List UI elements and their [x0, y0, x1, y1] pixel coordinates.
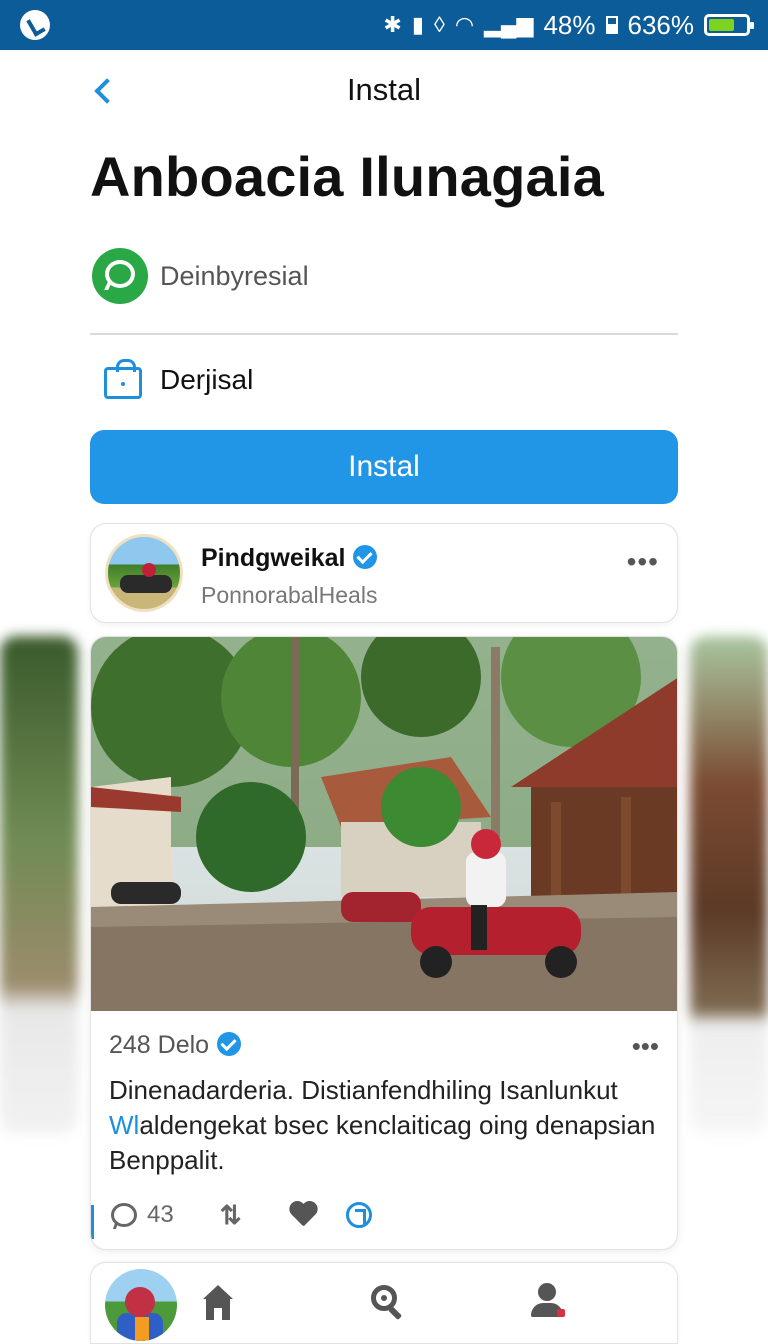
battery-percent-primary: 48%	[543, 9, 596, 40]
avatar[interactable]	[105, 1269, 177, 1341]
wifi-icon: ◠	[454, 12, 475, 37]
post-line-2: Wlaldengekat bsec kenclaiticag oing dena…	[109, 1108, 669, 1143]
like-button[interactable]	[288, 1202, 318, 1228]
battery-percent-secondary: 636%	[627, 9, 695, 40]
page-title: Instal	[346, 72, 422, 107]
signal-icon: ▂▄▆	[484, 12, 534, 37]
comment-icon	[111, 1203, 137, 1227]
repost-icon: ⇅	[219, 1199, 242, 1230]
app-indicator-icon	[20, 10, 50, 40]
post-mention[interactable]: Wl	[109, 1110, 139, 1140]
post-author: 248 Delo	[109, 1031, 210, 1059]
home-icon[interactable]	[203, 1285, 233, 1321]
post-body: Dinenadarderia. Distianfendhiling Isanlu…	[109, 1073, 669, 1178]
sim-icon: ▮	[411, 12, 424, 37]
verified-badge-icon	[353, 545, 378, 569]
share-icon	[345, 1202, 372, 1228]
profile-name: Pindgweikal	[201, 544, 346, 572]
repost-button[interactable]: ⇅	[220, 1200, 242, 1231]
carousel-card-previous[interactable]	[0, 636, 78, 1134]
vibrate-icon: ◊	[433, 12, 445, 37]
post-photo[interactable]	[91, 637, 678, 1011]
share-button[interactable]	[345, 1202, 372, 1228]
post-line-3: Benppalit.	[109, 1145, 225, 1175]
comment-count: 43	[147, 1201, 174, 1228]
chat-bubble-icon	[92, 248, 148, 304]
battery-small-icon	[605, 16, 618, 34]
category-label: Derjisal	[160, 364, 254, 395]
verified-badge-icon	[217, 1032, 242, 1056]
search-icon[interactable]	[371, 1285, 405, 1321]
developer-row[interactable]: Deinbyresial	[92, 248, 309, 304]
install-button[interactable]: Instal	[90, 430, 678, 504]
shopping-bag-icon	[104, 359, 142, 399]
profile-subtitle: PonnorabalHeals	[201, 582, 378, 608]
battery-icon	[704, 14, 754, 36]
divider	[90, 333, 678, 335]
app-name: Anboacia Ilunagaia	[90, 145, 604, 208]
profile-name-row: Pindgweikal	[201, 544, 378, 573]
category-row[interactable]: Derjisal	[104, 359, 254, 400]
profile-icon[interactable]	[531, 1283, 565, 1319]
more-options-icon[interactable]: •••	[627, 546, 659, 578]
bottom-navigation	[90, 1262, 678, 1344]
post-author-row: 248 Delo	[109, 1031, 242, 1060]
carousel-card-next[interactable]	[690, 636, 768, 1134]
avatar[interactable]	[105, 534, 183, 612]
accent-bar	[91, 1205, 94, 1239]
battery-fill	[709, 19, 735, 31]
status-bar: ✱ ▮ ◊ ◠ ▂▄▆ 48% 636%	[0, 0, 768, 50]
post-line-2-text: aldengekat bsec kenclaiticag oing denaps…	[139, 1110, 656, 1140]
comment-button[interactable]: 43	[111, 1201, 174, 1229]
post-card[interactable]: 248 Delo ••• Dinenadarderia. Distianfend…	[90, 636, 678, 1250]
developer-name: Deinbyresial	[160, 260, 309, 291]
heart-icon	[288, 1202, 318, 1228]
post-more-options-icon[interactable]: •••	[632, 1031, 659, 1062]
profile-card[interactable]: Pindgweikal PonnorabalHeals •••	[90, 523, 678, 623]
post-line-1: Dinenadarderia. Distianfendhiling Isanlu…	[109, 1075, 618, 1105]
bluetooth-icon: ✱	[383, 12, 402, 37]
post-actions: 43 ⇅	[111, 1197, 418, 1233]
status-icons: ✱ ▮ ◊ ◠ ▂▄▆ 48% 636%	[383, 0, 754, 50]
